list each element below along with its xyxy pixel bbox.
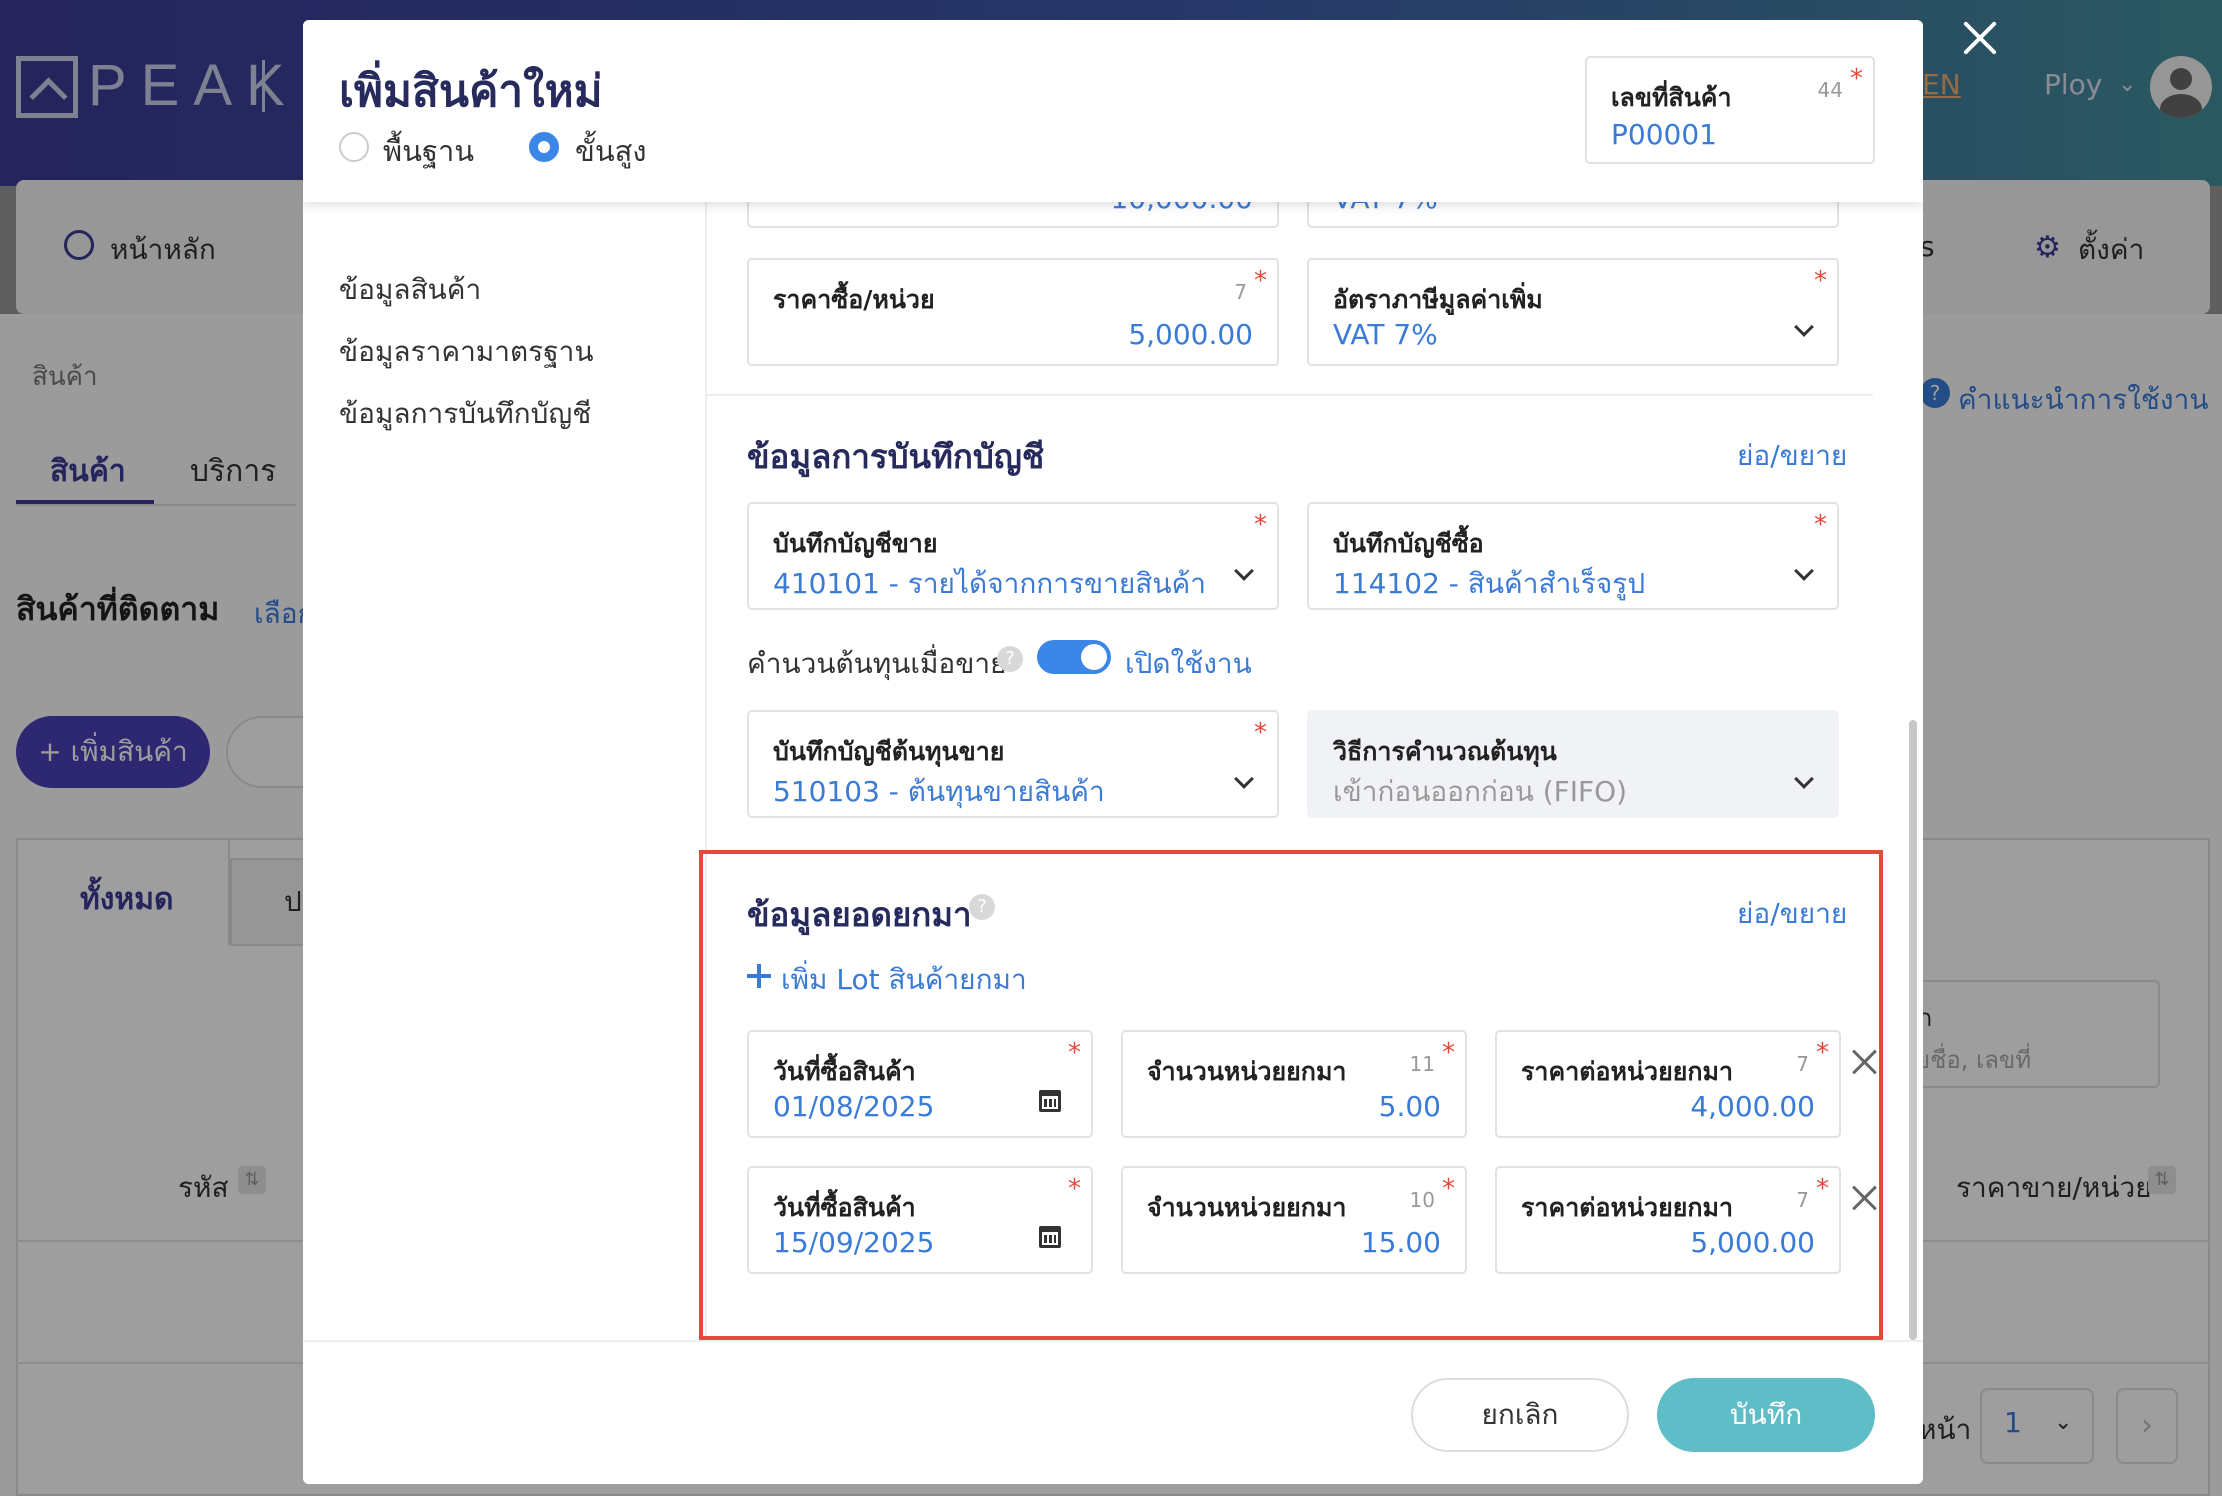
cost-method-value: เข้าก่อนออกก่อน (FIFO)	[1333, 775, 1628, 808]
purchase-price-field[interactable]: ราคาซื้อ/หน่วย 7 * 5,000.00	[747, 258, 1279, 366]
modal-content: 10,000.00 VAT 7% ราคาซื้อ/หน่วย 7 * 5,00…	[699, 20, 1923, 1360]
add-product-modal: เพิ่มสินค้าใหม่ พื้นฐาน ขั้นสูง เลขที่สิ…	[303, 20, 1923, 1484]
section-divider	[707, 394, 1873, 396]
opening-collapse-link[interactable]: ย่อ/ขยาย	[1737, 892, 1847, 936]
lot-qty-value[interactable]: 15.00	[1361, 1226, 1441, 1259]
required-marker: *	[1442, 1038, 1455, 1068]
sales-account-value[interactable]: 410101 - รายได้จากการขายสินค้า	[773, 562, 1206, 606]
close-icon[interactable]	[1958, 16, 2002, 60]
cost-calc-label: คำนวนต้นทุนเมื่อขาย	[747, 647, 1007, 680]
purchase-price-value[interactable]: 5,000.00	[1128, 318, 1253, 351]
lot-date-value[interactable]: 01/08/2025	[773, 1090, 934, 1123]
purchase-account-label: บันทึกบัญชีซื้อ	[1333, 529, 1484, 558]
required-marker: *	[1068, 1038, 1081, 1068]
product-code-field[interactable]: เลขที่สินค้า 44 * P00001	[1585, 56, 1875, 164]
radio-basic[interactable]	[339, 132, 369, 162]
purchase-vat-select[interactable]: อัตราภาษีมูลค่าเพิ่ม * VAT 7%	[1307, 258, 1839, 366]
add-lot-link[interactable]: เพิ่ม Lot สินค้ายกมา	[781, 958, 1027, 1002]
lot-qty-label: จำนวนหน่วยยกมา	[1147, 1193, 1347, 1222]
required-marker: *	[1442, 1174, 1455, 1204]
cost-method-label: วิธีการคำนวณต้นทุน	[1333, 737, 1557, 766]
modal-title: เพิ่มสินค้าใหม่	[339, 66, 603, 117]
required-marker: *	[1254, 718, 1267, 748]
lot-date-field[interactable]: วันที่ซื้อสินค้า * 15/09/2025	[747, 1166, 1093, 1274]
lot-price-value[interactable]: 5,000.00	[1690, 1226, 1815, 1259]
required-marker: *	[1254, 266, 1267, 296]
required-marker: *	[1814, 266, 1827, 296]
side-nav-standard-price[interactable]: ข้อมูลราคามาตรฐาน	[339, 330, 594, 374]
lot-price-field[interactable]: ราคาต่อหน่วยยกมา 7 * 4,000.00	[1495, 1030, 1841, 1138]
required-marker: *	[1816, 1174, 1829, 1204]
help-icon[interactable]: ?	[997, 646, 1023, 672]
cost-method-select: วิธีการคำนวณต้นทุน เข้าก่อนออกก่อน (FIFO…	[1307, 710, 1839, 818]
cost-calc-state: เปิดใช้งาน	[1125, 647, 1252, 680]
purchase-account-select[interactable]: บันทึกบัญชีซื้อ * 114102 - สินค้าสำเร็จร…	[1307, 502, 1839, 610]
chevron-down-icon	[1234, 769, 1254, 789]
char-count: 11	[1409, 1052, 1435, 1076]
modal-header: เพิ่มสินค้าใหม่ พื้นฐาน ขั้นสูง เลขที่สิ…	[303, 20, 1923, 202]
purchase-vat-label: อัตราภาษีมูลค่าเพิ่ม	[1333, 285, 1543, 314]
calendar-icon[interactable]	[1039, 1090, 1061, 1112]
product-code-label: เลขที่สินค้า	[1611, 83, 1732, 112]
lot-date-field[interactable]: วันที่ซื้อสินค้า * 01/08/2025	[747, 1030, 1093, 1138]
sales-account-select[interactable]: บันทึกบัญชีขาย * 410101 - รายได้จากการขา…	[747, 502, 1279, 610]
required-marker: *	[1816, 1038, 1829, 1068]
char-count: 44	[1817, 78, 1843, 102]
chevron-down-icon	[1794, 317, 1814, 337]
lot-qty-field[interactable]: จำนวนหน่วยยกมา 11 * 5.00	[1121, 1030, 1467, 1138]
side-nav-accounting[interactable]: ข้อมูลการบันทึกบัญชี	[339, 392, 591, 436]
remove-lot-icon[interactable]	[1851, 1048, 1879, 1076]
side-nav-product-info[interactable]: ข้อมูลสินค้า	[339, 268, 481, 312]
radio-advanced[interactable]	[529, 132, 559, 162]
lot-price-label: ราคาต่อหน่วยยกมา	[1521, 1057, 1734, 1086]
lot-price-field[interactable]: ราคาต่อหน่วยยกมา 7 * 5,000.00	[1495, 1166, 1841, 1274]
cancel-button[interactable]: ยกเลิก	[1411, 1378, 1629, 1452]
required-marker: *	[1254, 510, 1267, 540]
lot-date-value[interactable]: 15/09/2025	[773, 1226, 934, 1259]
save-button[interactable]: บันทึก	[1657, 1378, 1875, 1452]
purchase-account-value[interactable]: 114102 - สินค้าสำเร็จรูป	[1333, 562, 1645, 606]
modal-side-nav: ข้อมูลสินค้า ข้อมูลราคามาตรฐาน ข้อมูลการ…	[303, 202, 707, 1360]
opening-section-title: ข้อมูลยอดยกมา	[747, 895, 972, 934]
purchase-price-label: ราคาซื้อ/หน่วย	[773, 285, 935, 314]
required-marker: *	[1850, 64, 1863, 94]
lot-date-label: วันที่ซื้อสินค้า	[773, 1057, 916, 1086]
chevron-down-icon	[1234, 561, 1254, 581]
sales-account-label: บันทึกบัญชีขาย	[773, 529, 938, 558]
lot-date-label: วันที่ซื้อสินค้า	[773, 1193, 916, 1222]
lot-price-label: ราคาต่อหน่วยยกมา	[1521, 1193, 1734, 1222]
cogs-account-select[interactable]: บันทึกบัญชีต้นทุนขาย * 510103 - ต้นทุนขา…	[747, 710, 1279, 818]
accounting-collapse-link[interactable]: ย่อ/ขยาย	[1737, 434, 1847, 478]
radio-basic-label[interactable]: พื้นฐาน	[383, 128, 474, 174]
lot-qty-field[interactable]: จำนวนหน่วยยกมา 10 * 15.00	[1121, 1166, 1467, 1274]
chevron-down-icon	[1794, 769, 1814, 789]
radio-advanced-label[interactable]: ขั้นสูง	[575, 128, 647, 174]
char-count: 10	[1409, 1188, 1435, 1212]
cogs-account-value[interactable]: 510103 - ต้นทุนขายสินค้า	[773, 770, 1105, 814]
char-count: 7	[1796, 1188, 1809, 1212]
product-code-value[interactable]: P00001	[1611, 118, 1717, 151]
char-count: 7	[1234, 280, 1247, 304]
purchase-vat-value[interactable]: VAT 7%	[1333, 318, 1438, 351]
required-marker: *	[1814, 510, 1827, 540]
cogs-account-label: บันทึกบัญชีต้นทุนขาย	[773, 737, 1005, 766]
modal-footer: ยกเลิก บันทึก	[303, 1340, 1923, 1484]
lot-qty-label: จำนวนหน่วยยกมา	[1147, 1057, 1347, 1086]
help-icon[interactable]: ?	[969, 894, 995, 920]
plus-icon[interactable]	[747, 964, 771, 988]
char-count: 7	[1796, 1052, 1809, 1076]
accounting-section-title: ข้อมูลการบันทึกบัญชี	[747, 437, 1045, 476]
lot-qty-value[interactable]: 5.00	[1379, 1090, 1441, 1123]
lot-price-value[interactable]: 4,000.00	[1690, 1090, 1815, 1123]
scrollbar[interactable]	[1909, 720, 1917, 1340]
chevron-down-icon	[1794, 561, 1814, 581]
cost-calc-toggle[interactable]	[1037, 640, 1111, 674]
remove-lot-icon[interactable]	[1851, 1184, 1879, 1212]
calendar-icon[interactable]	[1039, 1226, 1061, 1248]
required-marker: *	[1068, 1174, 1081, 1204]
